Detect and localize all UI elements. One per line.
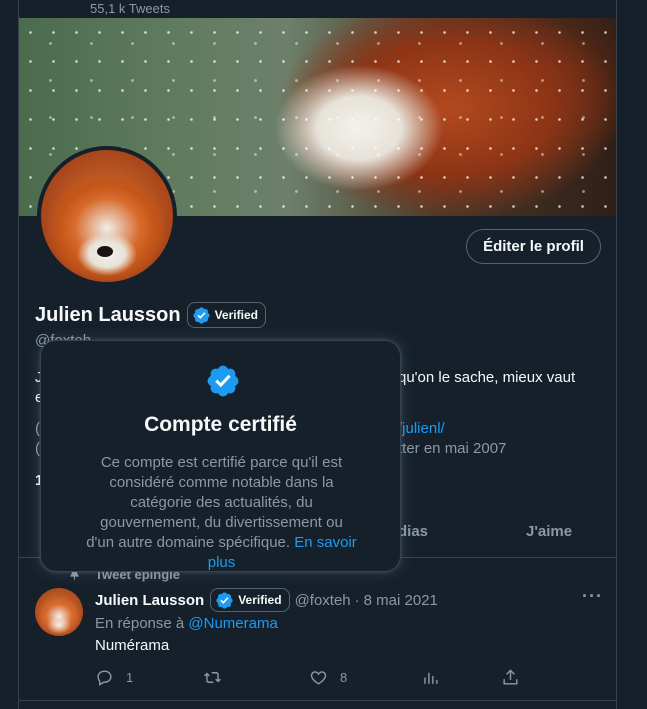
analytics-icon <box>424 672 438 684</box>
tweet-actions: 1 8 <box>95 668 525 688</box>
tweet-count: 55,1 k Tweets <box>90 1 170 16</box>
verified-badge-icon <box>207 365 239 397</box>
retweet-button[interactable] <box>203 668 222 687</box>
verified-label: Verified <box>214 308 258 322</box>
like-button[interactable]: 8 <box>309 668 347 687</box>
bio-fragment: qu'on le sache, mieux vaut <box>398 369 576 386</box>
popover-title: Compte certifié <box>144 413 297 436</box>
more-icon[interactable]: ··· <box>582 586 603 607</box>
verified-badge-icon <box>216 591 233 609</box>
tweet-author-handle[interactable]: @foxteh <box>295 592 351 609</box>
profile-name-row: Julien Lausson Verified <box>35 302 266 328</box>
tab-likes[interactable]: J'aime <box>526 523 572 540</box>
reply-icon <box>97 670 112 686</box>
verified-badge[interactable]: Verified <box>186 302 266 328</box>
tweet-author-name[interactable]: Julien Lausson <box>95 592 204 609</box>
verified-badge-icon <box>192 306 210 324</box>
share-button[interactable] <box>501 668 520 687</box>
tweet-header: Julien Lausson Verified @foxteh · 8 mai … <box>95 588 438 612</box>
profile-display-name: Julien Lausson <box>35 303 181 326</box>
retweet-icon <box>204 672 221 683</box>
reply-mention-link[interactable]: @Numerama <box>188 615 277 632</box>
tweet-date[interactable]: 8 mai 2021 <box>364 592 438 609</box>
tweet-separator: · <box>354 591 360 609</box>
tweet-verified-badge[interactable]: Verified <box>210 588 290 612</box>
verified-account-popover: Compte certifié Ce compte est certifié p… <box>40 340 401 572</box>
verified-label: Verified <box>238 593 282 607</box>
profile-avatar[interactable] <box>37 146 177 286</box>
tab-medias[interactable]: dias <box>398 523 428 540</box>
analytics-button[interactable] <box>421 668 440 687</box>
reply-button[interactable]: 1 <box>95 668 133 687</box>
popover-body: Ce compte est certifié parce qu'il est c… <box>85 453 358 573</box>
profile-website-link[interactable]: /julienl/ <box>398 420 445 437</box>
column-right-border <box>616 0 617 709</box>
share-icon <box>503 669 518 685</box>
profile-joined-date: tter en mai 2007 <box>398 440 507 457</box>
like-count: 8 <box>340 670 348 685</box>
reply-context: En réponse à @Numerama <box>95 615 278 632</box>
tweet-text: Numérama <box>95 637 170 654</box>
reply-count: 1 <box>126 670 134 685</box>
reply-prefix: En réponse à <box>95 615 185 632</box>
like-icon <box>310 671 327 685</box>
tweet-author-avatar[interactable] <box>35 588 83 636</box>
edit-profile-button[interactable]: Éditer le profil <box>466 229 601 264</box>
tweet-divider <box>19 700 616 701</box>
